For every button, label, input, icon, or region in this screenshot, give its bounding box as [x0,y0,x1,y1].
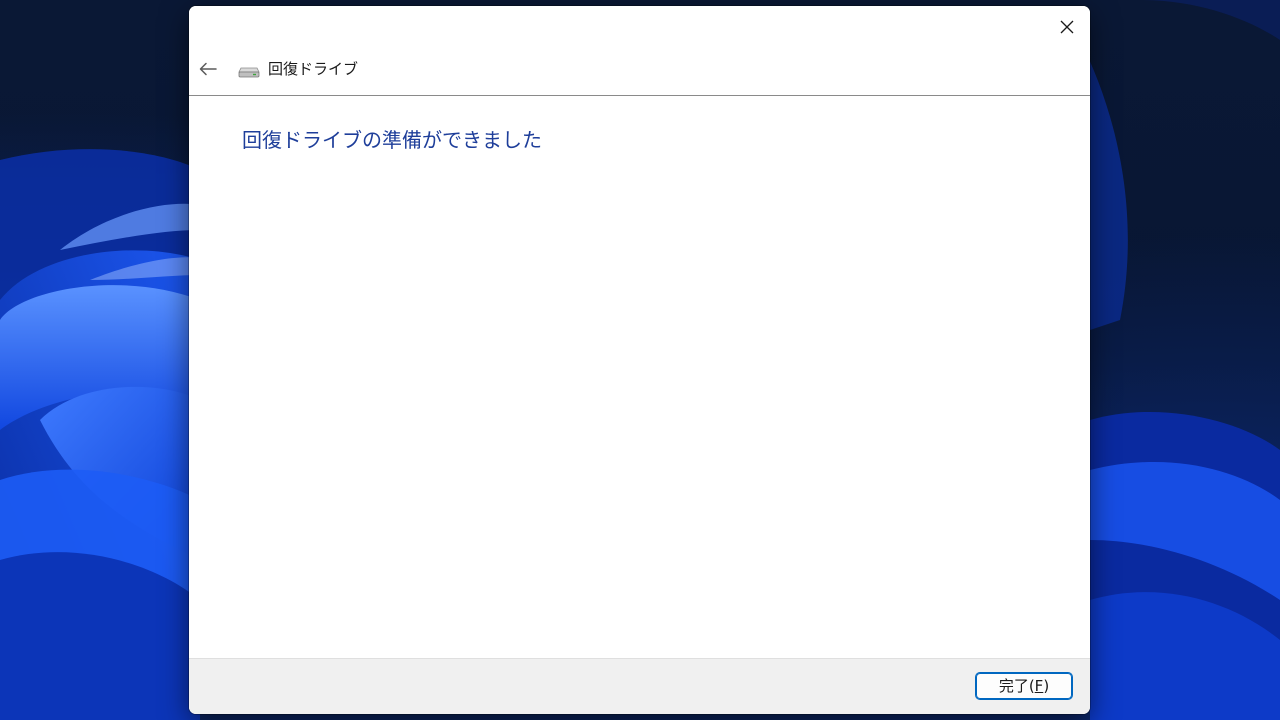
recovery-drive-dialog: 回復ドライブ 回復ドライブの準備ができました 完了(F) [189,6,1090,714]
window-title: 回復ドライブ [268,60,359,78]
back-arrow-icon [199,62,217,76]
navigation-bar: 回復ドライブ [189,48,1090,96]
close-icon [1060,20,1074,34]
dialog-footer: 完了(F) [189,658,1090,714]
finish-button-label: 完了( [998,677,1035,695]
back-button[interactable] [195,56,221,82]
title-bar [189,6,1090,48]
dialog-content: 回復ドライブの準備ができました [189,96,1090,658]
close-button[interactable] [1044,6,1090,48]
drive-icon [238,67,260,78]
finish-button[interactable]: 完了(F) [975,672,1073,700]
finish-button-suffix: ) [1043,677,1050,695]
main-heading: 回復ドライブの準備ができました [242,128,542,152]
